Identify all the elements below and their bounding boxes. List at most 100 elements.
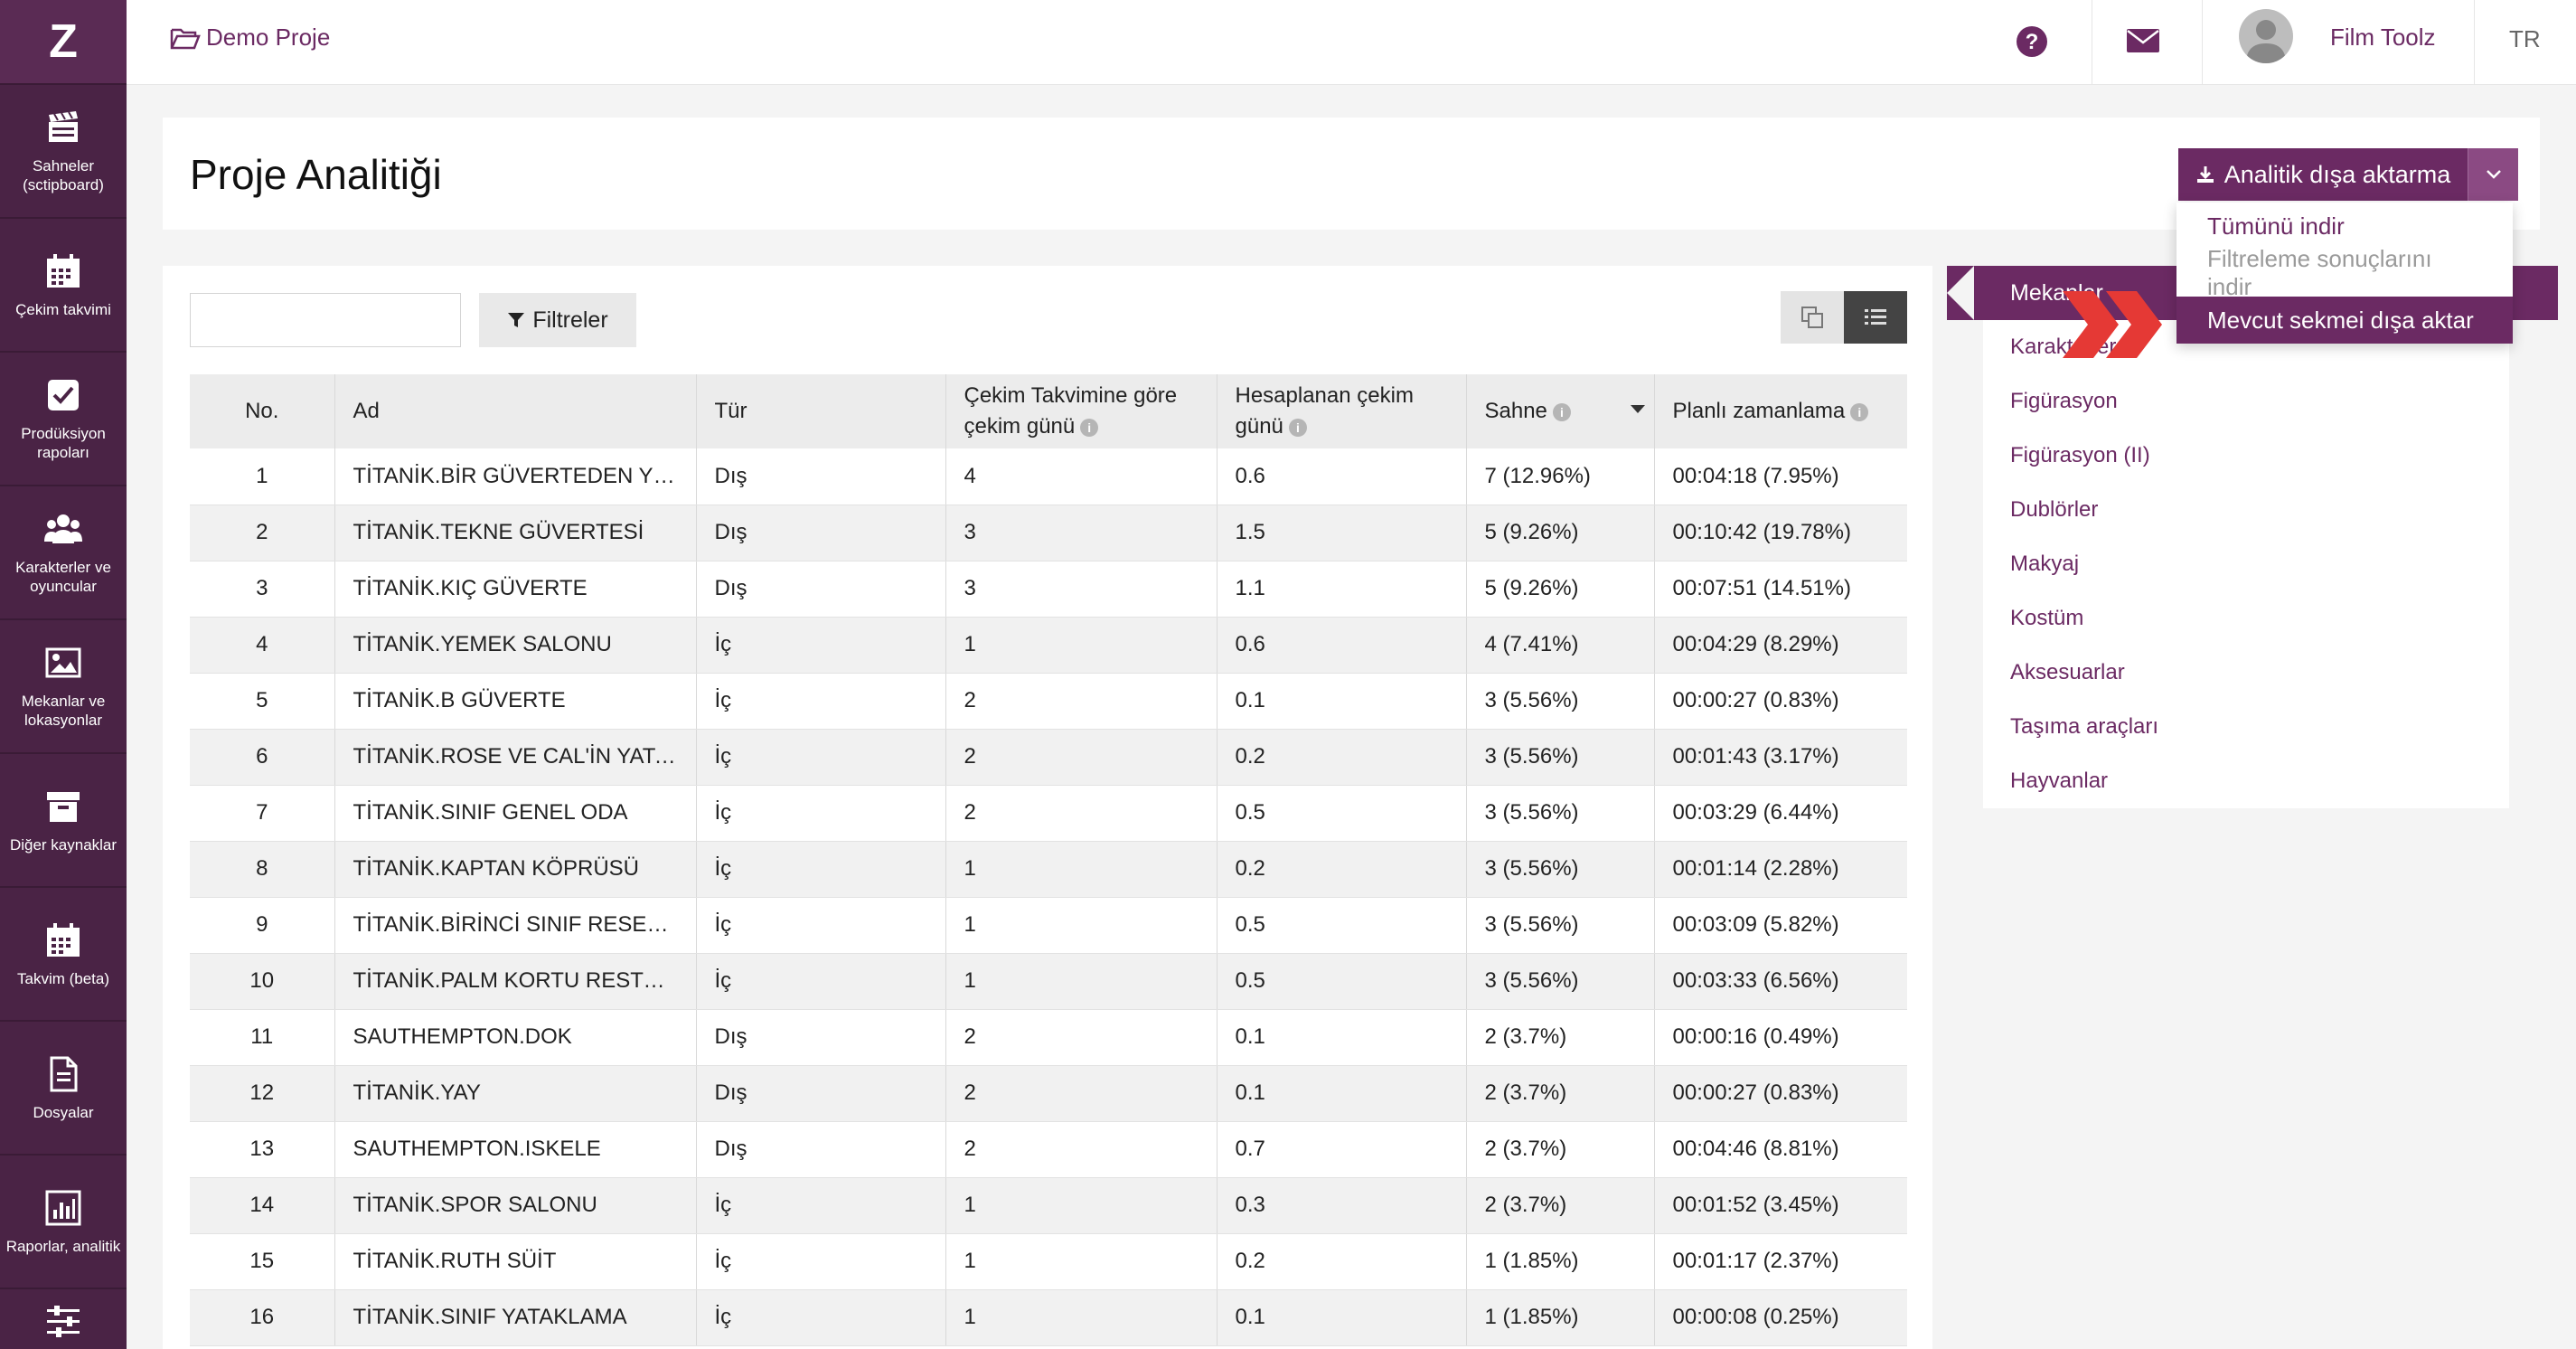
table-row[interactable]: 15 TİTANİK.RUTH SÜİT İç 1 0.2 1 (1.85%) 00:01:… — [190, 1233, 1907, 1290]
table-row[interactable]: 5 TİTANİK.B GÜVERTE İç 2 0.1 3 (5.56%) 00:00:2… — [190, 673, 1907, 730]
cell-scheduled-days: 2 — [945, 1065, 1217, 1122]
info-icon[interactable]: i — [1850, 402, 1869, 421]
filters-label: Filtreler — [532, 307, 608, 333]
tab-animals[interactable]: Hayvanlar — [2010, 769, 2108, 794]
table-row[interactable]: 13 SAUTHEMPTON.ISKELE Dış 2 0.7 2 (3.7%) 00:04… — [190, 1121, 1907, 1178]
table-header-row: No. Ad Tür Çekim Takvimine göre çekim gü… — [190, 374, 1907, 448]
tab-vehicles[interactable]: Taşıma araçları — [2010, 714, 2158, 740]
image-icon — [45, 647, 81, 678]
sliders-icon — [47, 1306, 80, 1337]
export-menu: Tümünü indir Filtreleme sonuçlarını indi… — [2176, 203, 2513, 344]
export-dropdown-toggle[interactable] — [2468, 148, 2518, 201]
cell-type: Dış — [696, 1065, 946, 1122]
app-logo[interactable]: Z — [0, 0, 127, 85]
top-bar: Demo Proje ? Film Toolz TR — [127, 0, 2576, 85]
cell-scheduled-days: 1 — [945, 841, 1217, 898]
sidebar-item-scenes[interactable]: Sahneler (sctipboard) — [0, 85, 127, 219]
info-icon[interactable]: i — [1552, 402, 1571, 421]
column-header-scenes[interactable]: Sahne i — [1466, 374, 1655, 448]
tab-props[interactable]: Aksesuarlar — [2010, 660, 2125, 685]
tab-extras[interactable]: Figürasyon — [2010, 389, 2118, 414]
file-icon — [50, 1056, 78, 1091]
info-icon[interactable]: i — [1288, 418, 1307, 437]
sidebar-item-label: Sahneler (sctipboard) — [23, 157, 104, 193]
column-header-no[interactable]: No. — [190, 374, 335, 448]
project-breadcrumb[interactable]: Demo Proje — [170, 24, 330, 52]
username[interactable]: Film Toolz — [2330, 24, 2436, 52]
avatar[interactable] — [2239, 9, 2293, 63]
cell-calculated-days: 0.1 — [1217, 1289, 1467, 1346]
sidebar-item-shooting-schedule[interactable]: Çekim takvimi — [0, 219, 127, 353]
table-row[interactable]: 14 TİTANİK.SPOR SALONU İç 1 0.3 2 (3.7%) 00:01… — [190, 1177, 1907, 1234]
cell-scenes: 3 (5.56%) — [1466, 953, 1655, 1010]
mail-icon[interactable] — [2126, 27, 2160, 54]
cell-scenes: 2 (3.7%) — [1466, 1065, 1655, 1122]
cell-scenes: 2 (3.7%) — [1466, 1177, 1655, 1234]
filters-button[interactable]: Filtreler — [479, 293, 636, 347]
column-header-scheduled-days[interactable]: Çekim Takvimine göre çekim günü i — [945, 374, 1217, 448]
cell-planned-timing: 00:00:16 (0.49%) — [1654, 1009, 1907, 1066]
cell-no: 1 — [190, 448, 335, 505]
table-row[interactable]: 2 TİTANİK.TEKNE GÜVERTESİ Dış 3 1.5 5 (9.26%)… — [190, 505, 1907, 561]
menu-export-current-tab[interactable]: Mevcut sekmei dışa aktar — [2176, 297, 2513, 344]
list-view-toggle[interactable] — [1844, 291, 1907, 344]
tab-stunts[interactable]: Dublörler — [2010, 497, 2098, 523]
table-row[interactable]: 4 TİTANİK.YEMEK SALONU İç 1 0.6 4 (7.41%) 00:0… — [190, 617, 1907, 674]
column-header-calculated-days[interactable]: Hesaplanan çekim günü i — [1217, 374, 1467, 448]
sidebar-item-characters[interactable]: Karakterler ve oyuncular — [0, 486, 127, 620]
table-row[interactable]: 1TİTANİK.BİR GÜVERTEDEN YÜRÜYÜŞDış40.67 … — [190, 448, 1907, 505]
cell-scenes: 3 (5.56%) — [1466, 897, 1655, 954]
column-header-type[interactable]: Tür — [696, 374, 946, 448]
search-input[interactable] — [212, 294, 493, 346]
tab-makeup[interactable]: Makyaj — [2010, 552, 2079, 577]
table-row[interactable]: 16 TİTANİK.SINIF YATAKLAMA İç 1 0.1 1 (1.85%)… — [190, 1289, 1907, 1346]
cell-no: 3 — [190, 561, 335, 618]
cell-no: 10 — [190, 953, 335, 1010]
language-selector[interactable]: TR — [2509, 25, 2541, 53]
sidebar-item-reports[interactable]: Raporlar, analitik — [0, 1156, 127, 1289]
sidebar-item-settings[interactable] — [0, 1289, 127, 1349]
sidebar-item-files[interactable]: Dosyalar — [0, 1022, 127, 1156]
cell-calculated-days: 0.6 — [1217, 448, 1467, 505]
cell-name: TİTANİK.ROSE VE CAL'İN YATAK ODASI — [334, 729, 697, 786]
table-row[interactable]: 11 SAUTHEMPTON.DOK Dış 2 0.1 2 (3.7%) 00:00:16… — [190, 1009, 1907, 1066]
cell-type: Dış — [696, 561, 946, 618]
table-row[interactable]: 7 TİTANİK.SINIF GENEL ODA İç 2 0.5 3 (5.56%) 0… — [190, 785, 1907, 842]
table-row[interactable]: 12 TİTANİK.YAY Dış 2 0.1 2 (3.7%) 00:00:27 (0.… — [190, 1065, 1907, 1122]
info-icon[interactable]: i — [1080, 418, 1099, 437]
sidebar-item-production-reports[interactable]: Prodüksiyon rapoları — [0, 353, 127, 486]
table-row[interactable]: 10 TİTANİK.PALM KORTU RESTORANI İç 1 0.5 3 (5… — [190, 953, 1907, 1010]
sidebar-item-locations[interactable]: Mekanlar ve lokasyonlar — [0, 620, 127, 754]
cell-no: 4 — [190, 617, 335, 674]
table-row[interactable]: 8 TİTANİK.KAPTAN KÖPRÜSÜ İç 1 0.2 3 (5.56%) 00… — [190, 841, 1907, 898]
table-row[interactable]: 3 TİTANİK.KIÇ GÜVERTE Dış 3 1.1 5 (9.26%) 00:0… — [190, 561, 1907, 618]
column-header-planned-timing[interactable]: Planlı zamanlama i — [1654, 374, 1907, 448]
menu-download-filtered[interactable]: Filtreleme sonuçlarını indir — [2176, 245, 2513, 300]
cell-scenes: 2 (3.7%) — [1466, 1121, 1655, 1178]
cell-scheduled-days: 1 — [945, 1289, 1217, 1346]
sidebar-item-other-resources[interactable]: Diğer kaynaklar — [0, 754, 127, 888]
menu-download-all[interactable]: Tümünü indir — [2176, 203, 2513, 250]
cell-no: 5 — [190, 673, 335, 730]
table-row[interactable]: 9 TİTANİK.BİRİNCİ SINIF RESEPSİYON İç 1 0.5 3… — [190, 897, 1907, 954]
cell-scenes: 2 (3.7%) — [1466, 1009, 1655, 1066]
cell-no: 9 — [190, 897, 335, 954]
cell-scenes: 4 (7.41%) — [1466, 617, 1655, 674]
filter-icon — [508, 313, 525, 327]
tab-costume[interactable]: Kostüm — [2010, 606, 2083, 631]
download-icon — [2196, 166, 2214, 183]
help-icon[interactable]: ? — [2016, 25, 2048, 58]
cell-scenes: 3 (5.56%) — [1466, 673, 1655, 730]
table-row[interactable]: 6TİTANİK.ROSE VE CAL'İN YATAK ODASIİç20.… — [190, 729, 1907, 786]
cell-calculated-days: 0.5 — [1217, 897, 1467, 954]
sort-desc-icon[interactable] — [1630, 405, 1645, 413]
export-analytics-button[interactable]: Analitik dışa aktarma — [2178, 148, 2468, 201]
tab-extras-2[interactable]: Figürasyon (II) — [2010, 443, 2150, 468]
column-header-name[interactable]: Ad — [334, 374, 697, 448]
cell-scheduled-days: 2 — [945, 1009, 1217, 1066]
cell-type: İç — [696, 785, 946, 842]
bar-chart-icon — [45, 1190, 81, 1225]
grid-view-toggle[interactable] — [1781, 291, 1844, 344]
cell-calculated-days: 0.2 — [1217, 729, 1467, 786]
sidebar-item-calendar-beta[interactable]: Takvim (beta) — [0, 888, 127, 1022]
